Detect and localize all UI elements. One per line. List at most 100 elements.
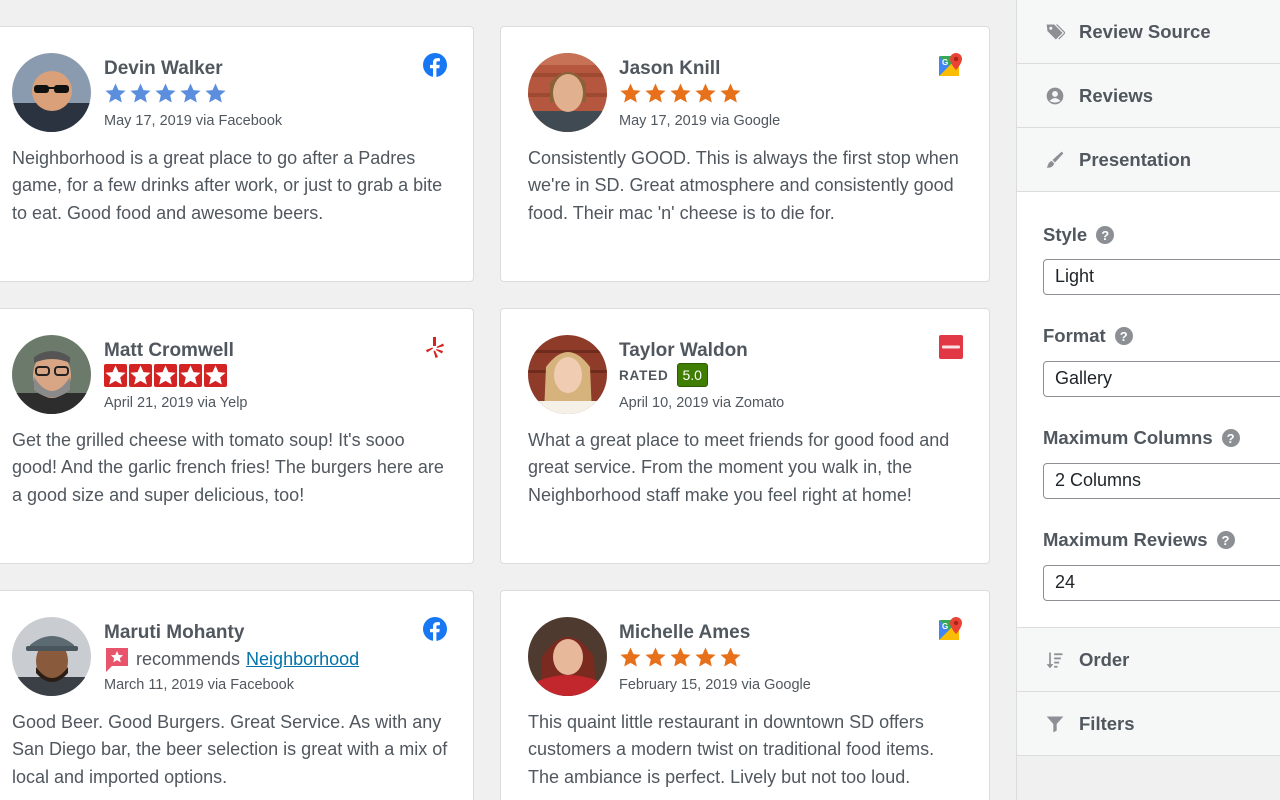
- style-label: Style ?: [1043, 224, 1115, 246]
- review-text: Get the grilled cheese with tomato soup!…: [12, 430, 444, 505]
- review-card: Matt Cromwell April 21, 2019 via Yelp Ge…: [0, 308, 474, 564]
- paintbrush-icon: [1043, 149, 1067, 171]
- review-date-source: April 10, 2019 via Zomato: [619, 395, 785, 411]
- star-icon: [695, 647, 716, 667]
- star-icon: [129, 364, 152, 387]
- star-icon: [155, 83, 176, 103]
- tab-label: Filters: [1079, 712, 1135, 734]
- format-label: Format ?: [1043, 325, 1133, 347]
- tab-review-source[interactable]: Review Source: [1017, 0, 1280, 64]
- recommends-text: recommends: [136, 648, 241, 669]
- review-text: Neighborhood is a great place to go afte…: [12, 148, 443, 223]
- review-card: Devin Walker May 17, 2019 via Facebook N…: [0, 26, 474, 282]
- avatar: [528, 617, 607, 696]
- settings-panel: Review Source Reviews Presentation Style…: [1016, 0, 1280, 800]
- review-date-source: May 17, 2019 via Google: [619, 113, 781, 129]
- review-date-source: April 21, 2019 via Yelp: [104, 395, 248, 411]
- help-icon[interactable]: ?: [1096, 226, 1115, 244]
- avatar: [528, 335, 607, 414]
- star-icon: [205, 83, 226, 103]
- reviewer-name: Michelle Ames: [619, 622, 751, 643]
- facebook-icon: [423, 617, 447, 641]
- avatar: [12, 335, 91, 414]
- max-reviews-input[interactable]: 24: [1043, 565, 1280, 601]
- review-card: Jason Knill May 17, 2019 via Google Cons…: [500, 26, 990, 282]
- star-rating: [619, 646, 742, 672]
- user-circle-icon: [1043, 85, 1067, 107]
- panel-footer: [1017, 756, 1280, 800]
- reviewer-name: Taylor Waldon: [619, 340, 748, 361]
- review-card: Taylor Waldon RATED 5.0 April 10, 2019 v…: [500, 308, 990, 564]
- star-icon: [620, 647, 641, 667]
- star-icon: [645, 647, 666, 667]
- tab-label: Reviews: [1079, 84, 1154, 106]
- star-icon: [645, 83, 666, 103]
- star-icon: [130, 83, 151, 103]
- svg-text:G: G: [942, 622, 948, 631]
- sort-icon: [1043, 649, 1067, 671]
- max-reviews-label: Maximum Reviews ?: [1043, 529, 1235, 551]
- star-icon: [105, 83, 126, 103]
- yelp-icon: [423, 335, 447, 359]
- rating-badge: 5.0: [676, 363, 708, 387]
- star-icon: [670, 83, 691, 103]
- review-date-source: February 15, 2019 via Google: [619, 677, 811, 693]
- review-text: Good Beer. Good Burgers. Great Service. …: [12, 712, 448, 787]
- presentation-settings: Style ? Light Format ? Gallery Maximum C…: [1017, 194, 1280, 628]
- help-icon[interactable]: ?: [1114, 327, 1133, 345]
- review-gallery: Devin Walker May 17, 2019 via Facebook N…: [0, 0, 1016, 800]
- review-card: Maruti Mohanty recommends Neighborhood M…: [0, 590, 474, 800]
- review-text: Consistently GOOD. This is always the fi…: [528, 148, 959, 223]
- star-icon: [670, 647, 691, 667]
- max-reviews-label-text: Maximum Reviews: [1043, 529, 1208, 550]
- tab-filters[interactable]: Filters: [1017, 692, 1280, 756]
- avatar: [528, 53, 607, 132]
- recommend-star-icon: [106, 648, 128, 672]
- star-rating: [104, 364, 227, 390]
- star-icon: [720, 647, 741, 667]
- zomato-icon: [939, 335, 963, 359]
- reviewer-name: Maruti Mohanty: [104, 622, 245, 643]
- max-columns-label-text: Maximum Columns: [1043, 427, 1213, 448]
- tab-order[interactable]: Order: [1017, 628, 1280, 692]
- avatar: [12, 53, 91, 132]
- star-icon: [179, 364, 202, 387]
- tab-label: Review Source: [1079, 20, 1211, 42]
- help-icon[interactable]: ?: [1216, 531, 1235, 549]
- avatar: [12, 617, 91, 696]
- star-icon: [695, 83, 716, 103]
- format-label-text: Format: [1043, 325, 1106, 346]
- star-rating: [619, 82, 742, 108]
- review-date-source: March 11, 2019 via Facebook: [104, 677, 294, 693]
- recommends-line: recommends Neighborhood: [104, 646, 359, 672]
- facebook-icon: [423, 53, 447, 77]
- style-label-text: Style: [1043, 224, 1088, 245]
- google-maps-icon: G: [939, 617, 963, 641]
- format-select[interactable]: Gallery: [1043, 361, 1280, 397]
- star-icon: [204, 364, 227, 387]
- tags-icon: [1043, 21, 1067, 43]
- star-icon: [180, 83, 201, 103]
- review-text: What a great place to meet friends for g…: [528, 430, 950, 505]
- max-columns-label: Maximum Columns ?: [1043, 427, 1240, 449]
- svg-text:G: G: [942, 58, 948, 67]
- help-icon[interactable]: ?: [1221, 429, 1240, 447]
- star-icon: [104, 364, 127, 387]
- max-columns-select[interactable]: 2 Columns: [1043, 463, 1280, 499]
- reviewer-name: Jason Knill: [619, 58, 721, 79]
- tab-reviews[interactable]: Reviews: [1017, 64, 1280, 128]
- style-select[interactable]: Light: [1043, 259, 1280, 295]
- business-link[interactable]: Neighborhood: [246, 649, 359, 670]
- rated-label: RATED: [619, 367, 669, 383]
- google-maps-icon: G: [939, 53, 963, 77]
- review-text: This quaint little restaurant in downtow…: [528, 712, 935, 787]
- star-icon: [620, 83, 641, 103]
- reviewer-name: Matt Cromwell: [104, 340, 234, 361]
- star-rating: [104, 82, 227, 108]
- star-icon: [154, 364, 177, 387]
- review-card: Michelle Ames February 15, 2019 via Goog…: [500, 590, 990, 800]
- tab-label: Presentation: [1079, 148, 1192, 170]
- tab-presentation[interactable]: Presentation: [1017, 128, 1280, 192]
- zomato-rating: RATED 5.0: [619, 363, 708, 387]
- filter-icon: [1043, 713, 1067, 735]
